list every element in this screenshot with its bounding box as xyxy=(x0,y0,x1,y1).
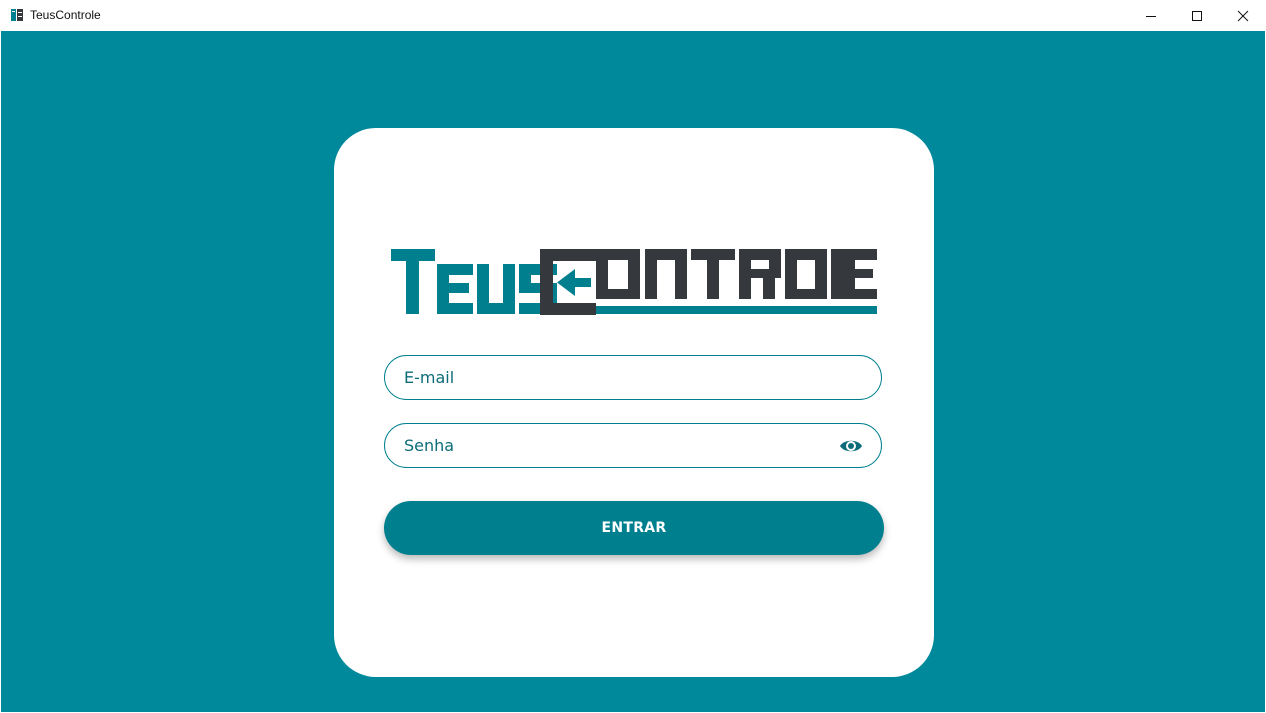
maximize-icon xyxy=(1192,10,1202,21)
close-button[interactable] xyxy=(1220,0,1266,31)
eye-icon[interactable] xyxy=(839,436,863,456)
email-input[interactable] xyxy=(404,356,824,399)
teuscontrole-logo xyxy=(391,249,877,315)
title-bar: TeusControle xyxy=(0,0,1266,31)
password-field[interactable] xyxy=(384,423,882,468)
entrar-button[interactable]: ENTRAR xyxy=(384,501,884,555)
window-title: TeusControle xyxy=(30,8,101,22)
login-card: ENTRAR xyxy=(334,128,934,677)
close-icon xyxy=(1237,10,1249,21)
app-background: ENTRAR xyxy=(1,31,1265,712)
minimize-icon xyxy=(1146,15,1156,17)
password-input[interactable] xyxy=(404,424,824,467)
email-field[interactable] xyxy=(384,355,882,400)
minimize-button[interactable] xyxy=(1128,0,1174,31)
maximize-button[interactable] xyxy=(1174,0,1220,31)
app-icon xyxy=(10,8,24,22)
